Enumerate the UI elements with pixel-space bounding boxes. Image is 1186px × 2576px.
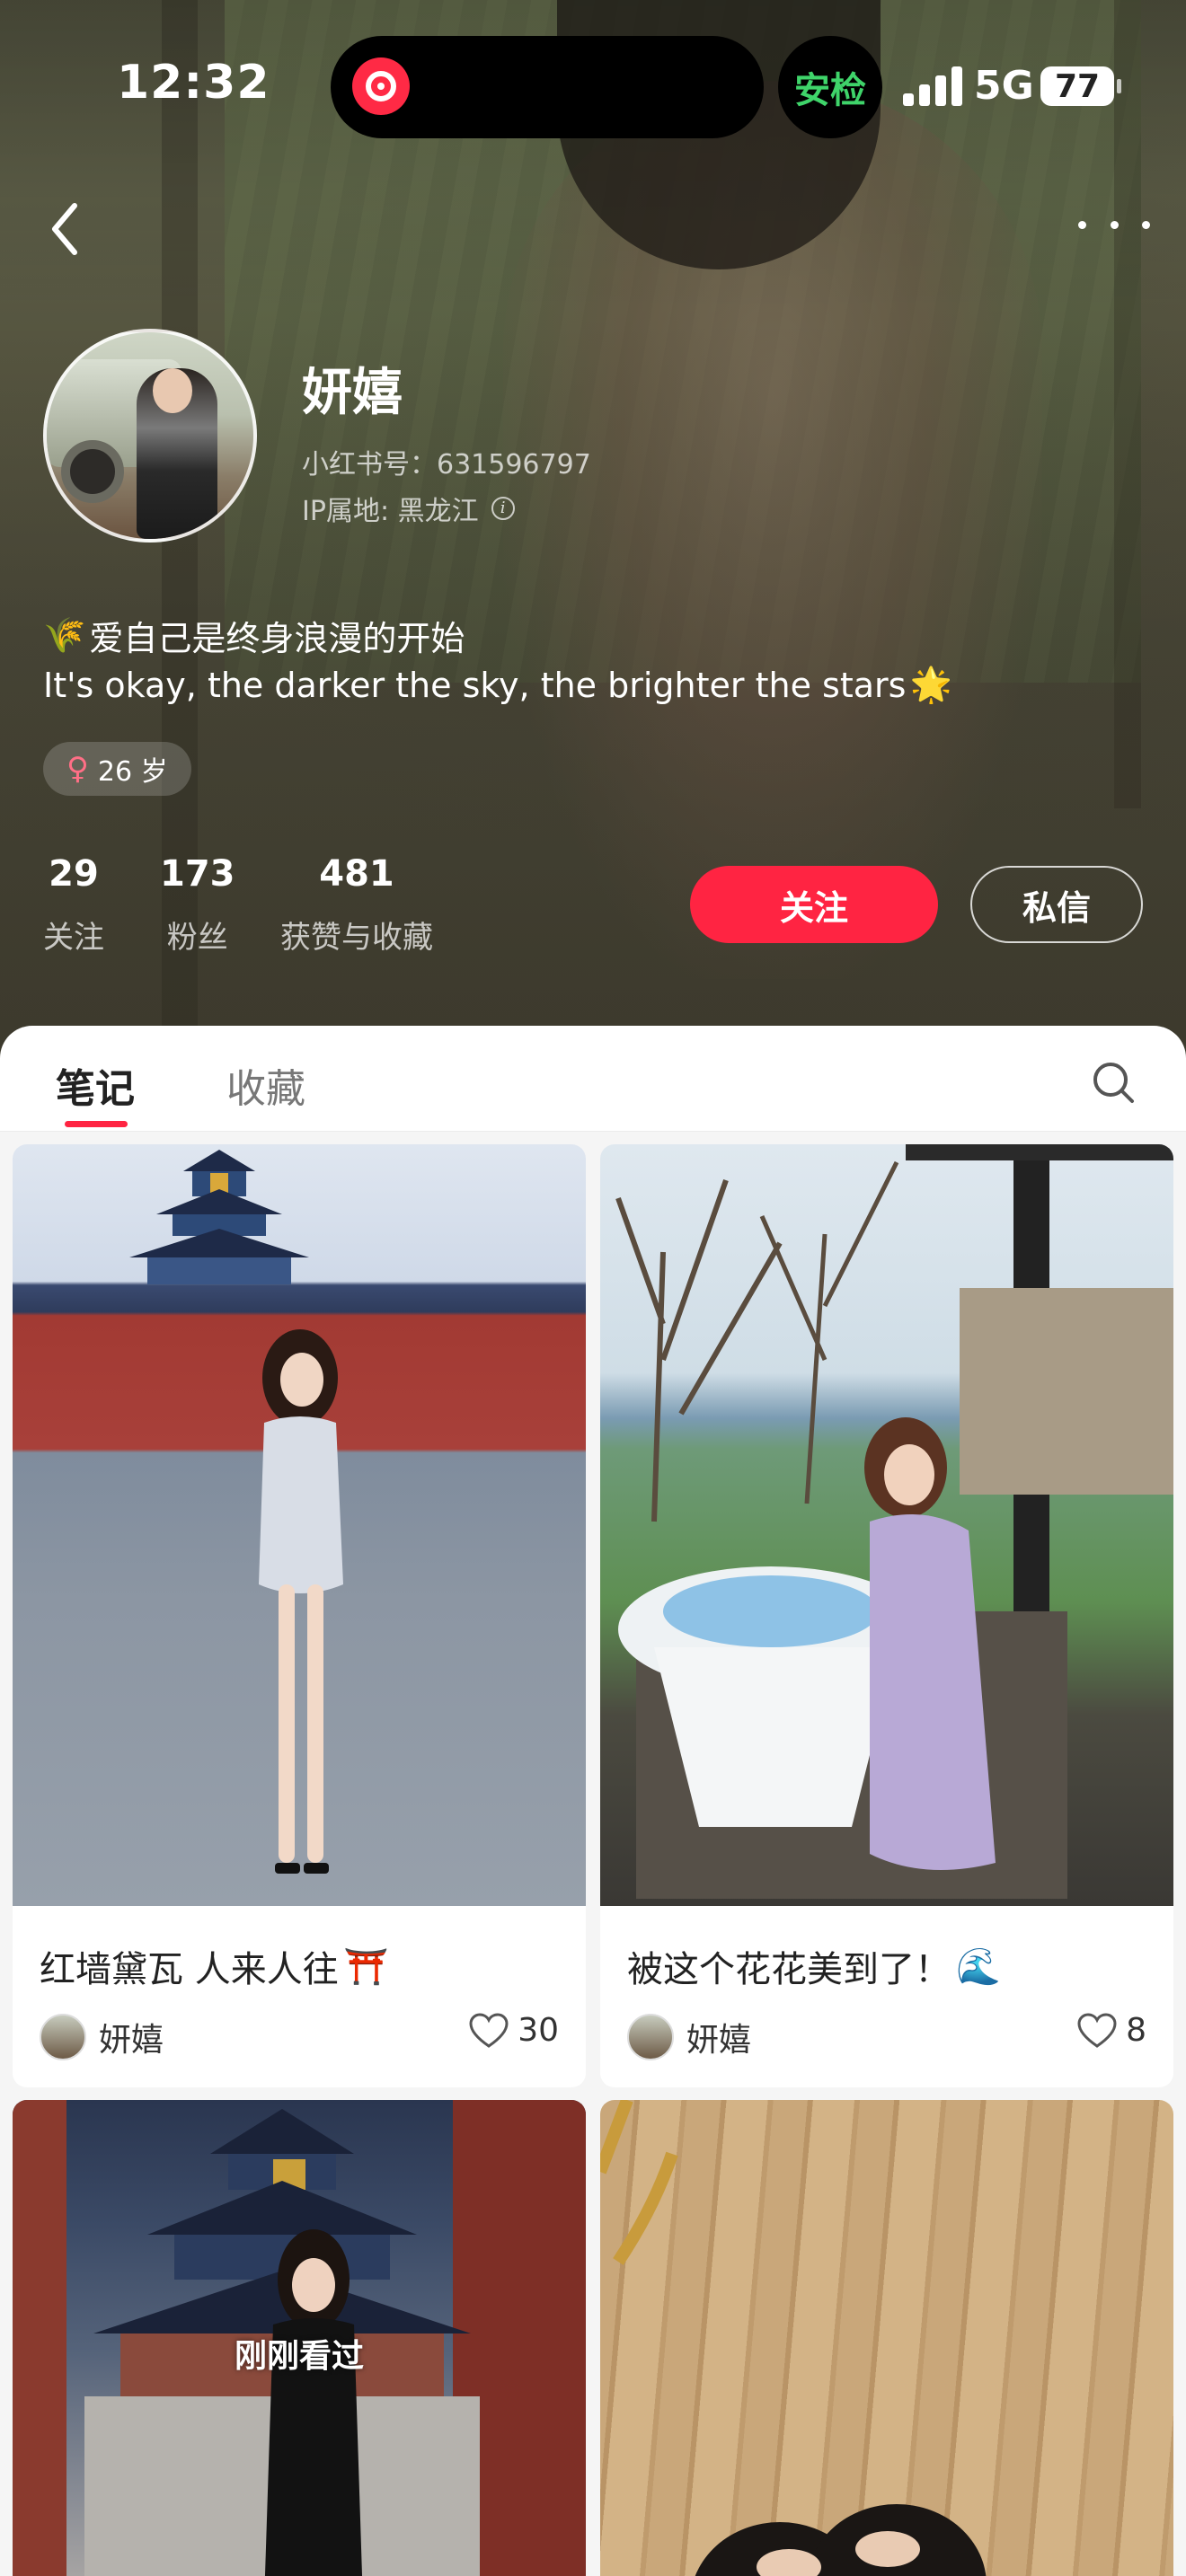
stat-likes-collections[interactable]: 481 获赞与收藏	[280, 853, 433, 957]
stat-following[interactable]: 29 关注	[43, 853, 104, 957]
note-card[interactable]: 刚刚看过	[13, 2100, 586, 2576]
content-tabs: 笔记 收藏	[0, 1026, 1186, 1132]
note-photo[interactable]	[600, 1144, 1173, 1906]
profile-page: 12:32 安检 5G 77 妍嬉 小红书号：631596797 IP属地: 黑…	[0, 0, 1186, 2576]
bio-line-2: It's okay, the darker the sky, the brigh…	[43, 665, 952, 705]
tab-collections[interactable]: 收藏	[226, 1056, 305, 1114]
author-avatar	[40, 2014, 86, 2060]
note-card[interactable]: 红墙黛瓦 人来人往 ⛩️ 妍嬉 30	[13, 1144, 586, 2087]
more-dots-icon[interactable]	[1078, 207, 1150, 243]
note-card[interactable]	[600, 2100, 1173, 2576]
avatar[interactable]	[43, 329, 257, 543]
note-author[interactable]: 妍嬉	[627, 2014, 751, 2060]
star-icon: 🌟	[909, 665, 952, 704]
search-icon[interactable]	[1091, 1060, 1136, 1105]
safety-badge: 安检	[778, 36, 882, 138]
like-button[interactable]: 8	[1077, 2012, 1146, 2049]
battery-icon: 77	[1040, 66, 1121, 106]
back-chevron-icon[interactable]	[38, 198, 92, 260]
like-button[interactable]: 30	[469, 2012, 559, 2049]
torii-icon: ⛩️	[343, 1945, 389, 1988]
red-id[interactable]: 小红书号：631596797	[302, 442, 591, 481]
heart-icon	[469, 2012, 509, 2048]
bio-line-1: 🌾 爱自己是终身浪漫的开始	[43, 615, 465, 658]
note-title: 红墙黛瓦 人来人往 ⛩️	[40, 1945, 389, 1991]
info-icon[interactable]: i	[491, 497, 515, 520]
recently-viewed-label: 刚刚看过	[234, 2338, 364, 2375]
note-photo[interactable]: 刚刚看过	[13, 2100, 586, 2576]
status-time: 12:32	[117, 56, 270, 110]
wheat-icon: 🌾	[43, 615, 86, 655]
note-photo[interactable]	[600, 2100, 1173, 2576]
stat-followers[interactable]: 173 粉丝	[160, 853, 235, 957]
female-icon: ♀	[66, 751, 89, 787]
wave-icon: 🌊	[956, 1945, 1001, 1988]
note-author[interactable]: 妍嬉	[40, 2014, 164, 2060]
note-photo[interactable]	[13, 1144, 586, 1906]
music-app-icon	[352, 57, 410, 115]
nickname: 妍嬉	[302, 364, 403, 422]
ip-location-text: IP属地: 黑龙江	[302, 496, 479, 527]
profile-header: 12:32 安检 5G 77 妍嬉 小红书号：631596797 IP属地: 黑…	[0, 0, 1186, 1060]
heart-icon	[1077, 2012, 1117, 2048]
follow-button[interactable]: 关注	[690, 866, 938, 943]
note-card[interactable]: 被这个花花美到了！ 🌊 妍嬉 8	[600, 1144, 1173, 2087]
tab-notes[interactable]: 笔记	[56, 1056, 135, 1114]
note-title: 被这个花花美到了！ 🌊	[627, 1945, 1001, 1991]
message-button[interactable]: 私信	[970, 866, 1143, 943]
signal-icon	[903, 66, 962, 106]
network-type: 5G	[974, 63, 1034, 109]
age-tag: ♀ 26 岁	[43, 742, 191, 796]
author-avatar	[627, 2014, 674, 2060]
ip-location: IP属地: 黑龙江 i	[302, 489, 515, 528]
tab-indicator	[65, 1121, 128, 1127]
